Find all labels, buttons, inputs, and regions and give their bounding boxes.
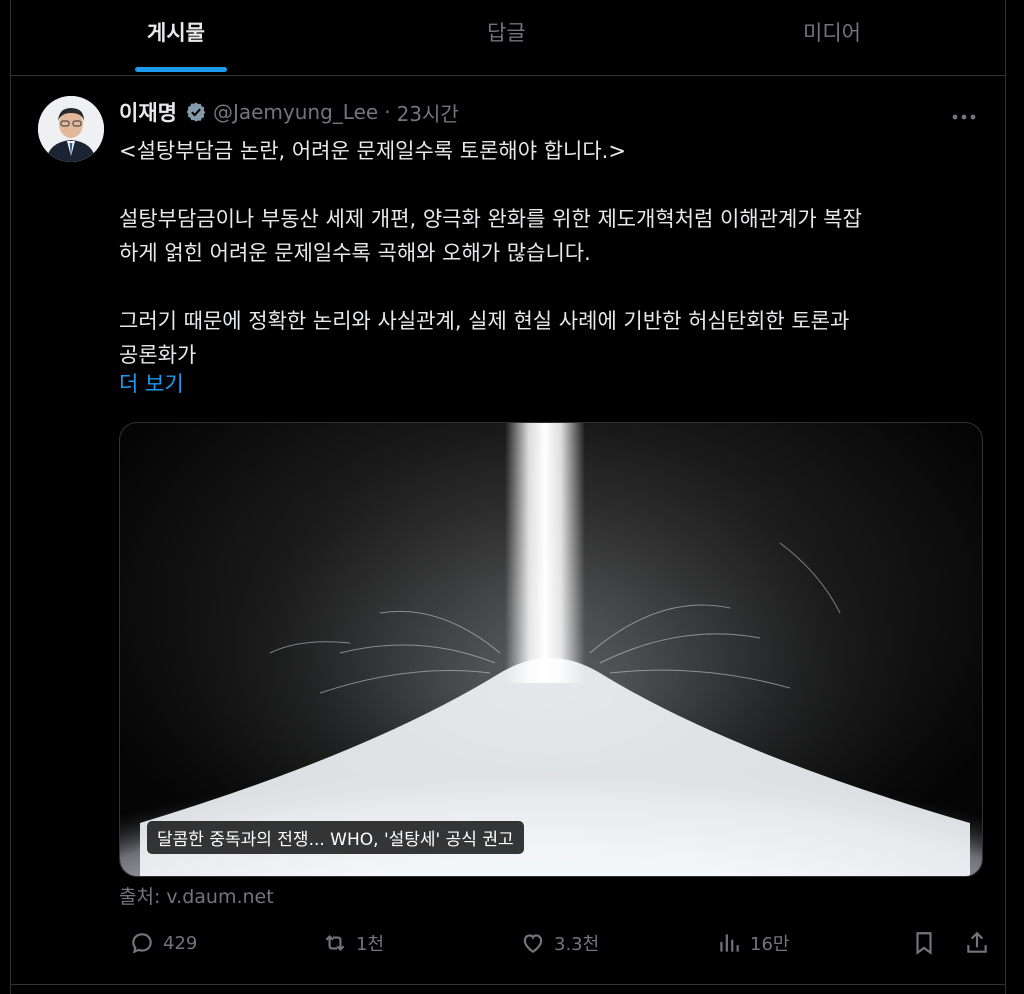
tab-posts[interactable]: 게시물 — [11, 0, 351, 75]
post-line: 설탕부담금이나 부동산 세제 개편, 양극화 완화를 위한 제도개혁처럼 이해관… — [119, 207, 862, 231]
verified-badge-icon[interactable] — [185, 101, 207, 123]
post-line: 하게 얽힌 어려운 문제일수록 곡해와 오해가 많습니다. — [119, 241, 591, 265]
post-text: <설탕부담금 논란, 어려운 문제일수록 토론해야 합니다.> 설탕부담금이나 … — [119, 134, 989, 372]
more-options-button[interactable] — [951, 103, 977, 128]
views-button[interactable]: 16만 — [716, 930, 789, 956]
show-more-link[interactable]: 더 보기 — [119, 368, 184, 398]
post-line: 공론화가 — [119, 343, 197, 367]
reply-count: 429 — [163, 932, 198, 954]
bookmark-icon — [916, 932, 932, 955]
timeline-column: 게시물 답글 미디어 이재명 @Jaemyung_Lee · 23시간 <설탕부… — [10, 0, 1006, 994]
avatar[interactable] — [38, 96, 104, 162]
repost-button[interactable]: 1천 — [322, 930, 384, 956]
post-divider — [11, 984, 1005, 985]
handle[interactable]: @Jaemyung_Lee — [213, 100, 378, 124]
post-line: 그러기 때문에 정확한 논리와 사실관계, 실제 현실 사례에 기반한 허심탄회… — [119, 309, 850, 333]
like-button[interactable]: 3.3천 — [520, 930, 599, 956]
views-count: 16만 — [750, 934, 790, 955]
post-line: <설탕부담금 논란, 어려운 문제일수록 토론해야 합니다.> — [119, 139, 626, 163]
profile-tabs: 게시물 답글 미디어 — [11, 0, 1005, 76]
separator-dot: · — [384, 100, 391, 124]
reply-icon — [132, 933, 152, 954]
tab-media-label: 미디어 — [803, 21, 861, 45]
post-time[interactable]: 23시간 — [397, 98, 459, 127]
reply-button[interactable]: 429 — [129, 930, 197, 956]
tab-replies[interactable]: 답글 — [351, 0, 671, 75]
more-horizontal-icon — [952, 114, 976, 120]
active-tab-indicator — [135, 67, 227, 72]
media-caption: 달콤한 중독과의 전쟁... WHO, '설탕세' 공식 권고 — [147, 821, 524, 854]
action-bar: 429 1천 3.3천 16만 — [119, 930, 991, 964]
tab-replies-label: 답글 — [487, 21, 526, 45]
display-name[interactable]: 이재명 — [119, 97, 177, 127]
sugar-pour-image — [120, 423, 982, 876]
share-button[interactable] — [964, 930, 990, 956]
repost-icon — [325, 934, 345, 952]
link-card-media[interactable]: 달콤한 중독과의 전쟁... WHO, '설탕세' 공식 권고 — [119, 422, 983, 877]
avatar-image — [38, 96, 104, 162]
share-icon — [967, 931, 987, 953]
tab-media[interactable]: 미디어 — [671, 0, 1005, 75]
views-chart-icon — [720, 934, 739, 952]
like-count: 3.3천 — [554, 934, 600, 955]
heart-icon — [523, 934, 543, 953]
bookmark-button[interactable] — [911, 930, 937, 956]
repost-count: 1천 — [356, 934, 385, 955]
link-source[interactable]: 출처: v.daum.net — [119, 882, 274, 909]
post-header: 이재명 @Jaemyung_Lee · 23시간 — [119, 97, 459, 127]
tab-posts-label: 게시물 — [147, 21, 205, 45]
